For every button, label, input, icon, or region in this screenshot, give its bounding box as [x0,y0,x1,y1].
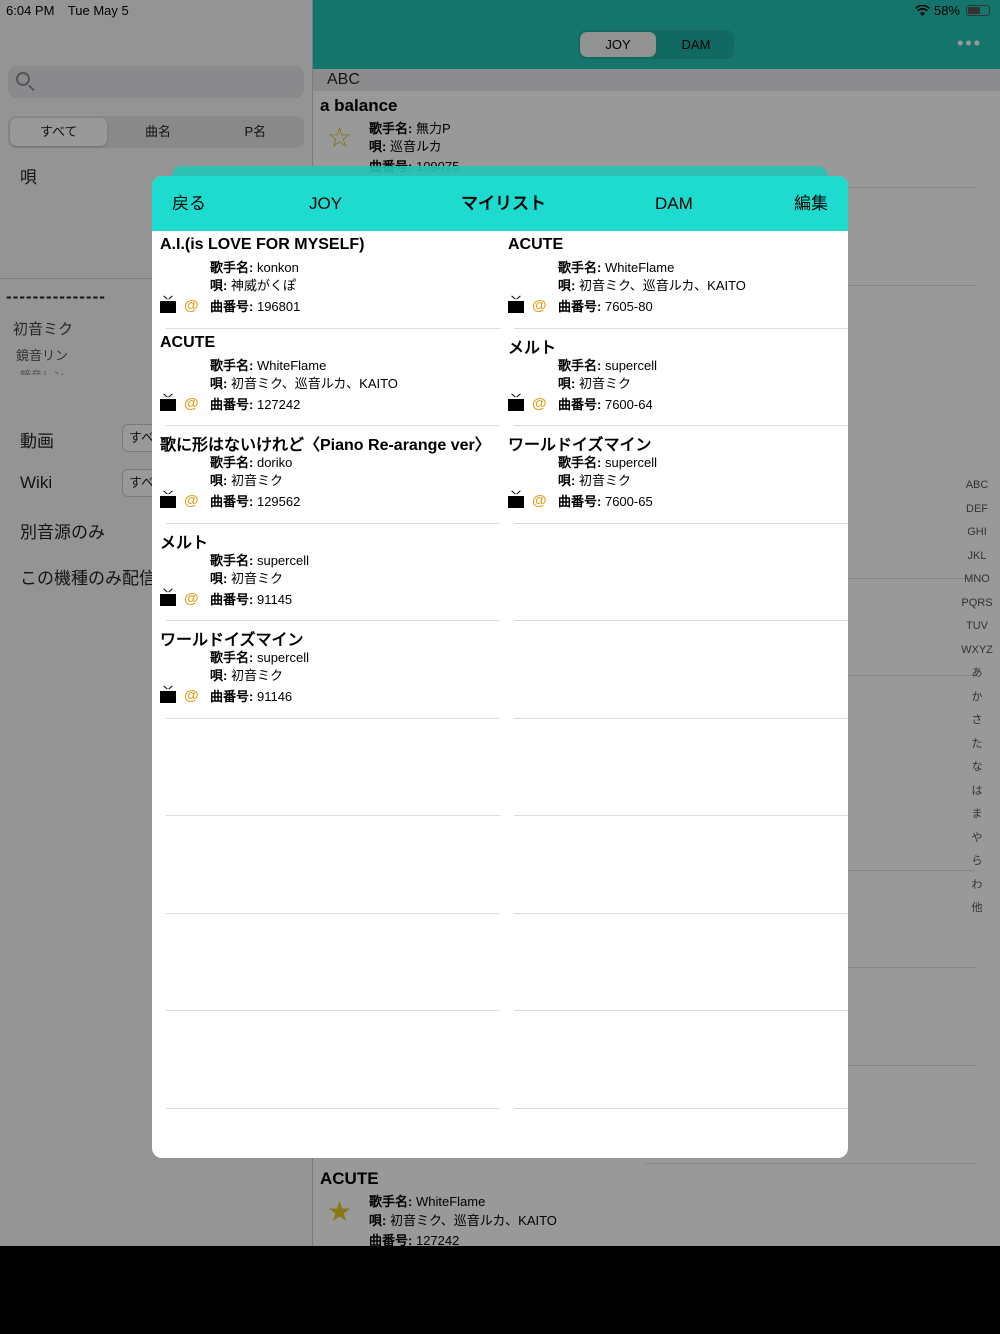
empty-cell [514,1011,848,1109]
mylist-navbar: 戻る JOY マイリスト DAM 編集 [152,176,848,231]
tv-icon[interactable] [508,398,524,411]
at-icon[interactable]: @ [184,687,199,704]
at-icon[interactable]: @ [184,590,199,607]
song-number: 曲番号: 196801 [210,299,301,314]
song-uta: 唄: 初音ミク、巡音ルカ、KAITO [558,278,746,293]
empty-cell [166,816,500,914]
empty-cell [514,719,848,816]
song-singer: 歌手名: WhiteFlame [558,260,675,275]
battery-icon [966,5,990,16]
song-uta: 唄: 初音ミク [210,570,283,586]
song-title: メルト [508,339,557,357]
status-date: Tue May 5 [67,3,129,18]
song-singer: 歌手名: WhiteFlame [210,357,327,373]
mylist-song-cell[interactable]: ACUTE 歌手名: WhiteFlame 唄: 初音ミク、巡音ルカ、KAITO @ 曲… [160,329,500,426]
empty-cell [166,1011,500,1109]
mylist-song-cell[interactable]: 歌に形はないけれど〈Piano Re-arange ver〉 歌手名: dorik… [160,426,500,524]
empty-cell [514,524,848,621]
song-number: 曲番号: 91145 [210,591,293,607]
tv-icon[interactable] [508,301,524,313]
mylist-song-cell[interactable]: A.I.(is LOVE FOR MYSELF) 歌手名: konkon 唄: 神威… [160,231,500,329]
empty-cell [166,719,500,816]
song-uta: 唄: 初音ミク [210,473,283,488]
tv-icon[interactable] [160,301,176,313]
empty-cell [514,621,848,719]
song-uta: 唄: 初音ミク [558,375,631,391]
song-uta: 唄: 神威がくぽ [210,278,296,293]
song-title: ACUTE [508,236,564,253]
at-icon[interactable]: @ [184,492,199,509]
mylist-song-cell[interactable]: メルト 歌手名: supercell 唄: 初音ミク @ 曲番号: 7600-64 [508,329,848,426]
mylist-song-cell[interactable]: ワールドイズマイン 歌手名: supercell 唄: 初音ミク @ 曲番号: 9114… [160,621,500,719]
song-uta: 唄: 初音ミク [210,668,283,683]
empty-cell [514,914,848,1011]
mylist-modal: 戻る JOY マイリスト DAM 編集 A.I.(is LOVE FOR MYS… [152,176,848,1158]
edit-button[interactable]: 編集 [794,176,828,231]
at-icon[interactable]: @ [532,492,547,509]
status-time: 6:04 PM [6,3,55,18]
joy-list: A.I.(is LOVE FOR MYSELF) 歌手名: konkon 唄: 神威… [152,231,500,1109]
song-singer: 歌手名: supercell [210,650,309,665]
song-title: ACUTE [160,333,216,351]
dam-column-header: DAM [655,194,693,213]
song-uta: 唄: 初音ミク、巡音ルカ、KAITO [210,375,398,391]
dam-list: ACUTE 歌手名: WhiteFlame 唄: 初音ミク、巡音ルカ、KAITO @ 曲… [500,231,848,1109]
song-title: メルト [160,534,209,552]
wifi-icon [914,5,930,16]
song-singer: 歌手名: supercell [558,455,657,470]
screen: すべて 曲名 P名 唄 --------------- 初音ミク 鏡音リン 鏡音… [0,0,1000,1246]
tv-icon[interactable] [160,691,176,703]
mylist-song-cell[interactable]: ACUTE 歌手名: WhiteFlame 唄: 初音ミク、巡音ルカ、KAITO @ 曲… [508,231,848,329]
mylist-song-cell[interactable]: メルト 歌手名: supercell 唄: 初音ミク @ 曲番号: 91145 [160,524,500,621]
song-title: A.I.(is LOVE FOR MYSELF) [160,236,365,253]
tv-icon[interactable] [160,398,176,411]
at-icon[interactable]: @ [184,395,199,412]
empty-cell [166,914,500,1011]
song-singer: 歌手名: supercell [210,552,309,568]
empty-cell [514,816,848,914]
song-number: 曲番号: 7600-65 [558,494,653,509]
song-number: 曲番号: 129562 [210,494,301,509]
battery-percent: 58% [933,3,960,18]
tv-icon[interactable] [160,496,176,508]
mylist-title: マイリスト [461,194,546,213]
joy-column-header: JOY [309,194,343,213]
mylist-song-cell[interactable]: ワールドイズマイン 歌手名: supercell 唄: 初音ミク @ 曲番号: 7600… [508,426,848,524]
at-icon[interactable]: @ [532,395,547,412]
at-icon[interactable]: @ [532,297,547,314]
song-singer: 歌手名: doriko [210,455,293,470]
at-icon[interactable]: @ [184,297,199,314]
song-singer: 歌手名: konkon [210,260,299,275]
status-bar: 6:04 PM Tue May 5 58% [0,0,1000,20]
song-number: 曲番号: 91146 [210,689,293,704]
back-button[interactable]: 戻る [172,176,206,231]
tv-icon[interactable] [508,496,524,508]
song-number: 曲番号: 127242 [210,396,301,412]
song-number: 曲番号: 7600-64 [558,396,653,412]
tv-icon[interactable] [160,593,176,606]
song-uta: 唄: 初音ミク [558,473,631,488]
song-singer: 歌手名: supercell [558,357,657,373]
song-number: 曲番号: 7605-80 [558,299,653,314]
